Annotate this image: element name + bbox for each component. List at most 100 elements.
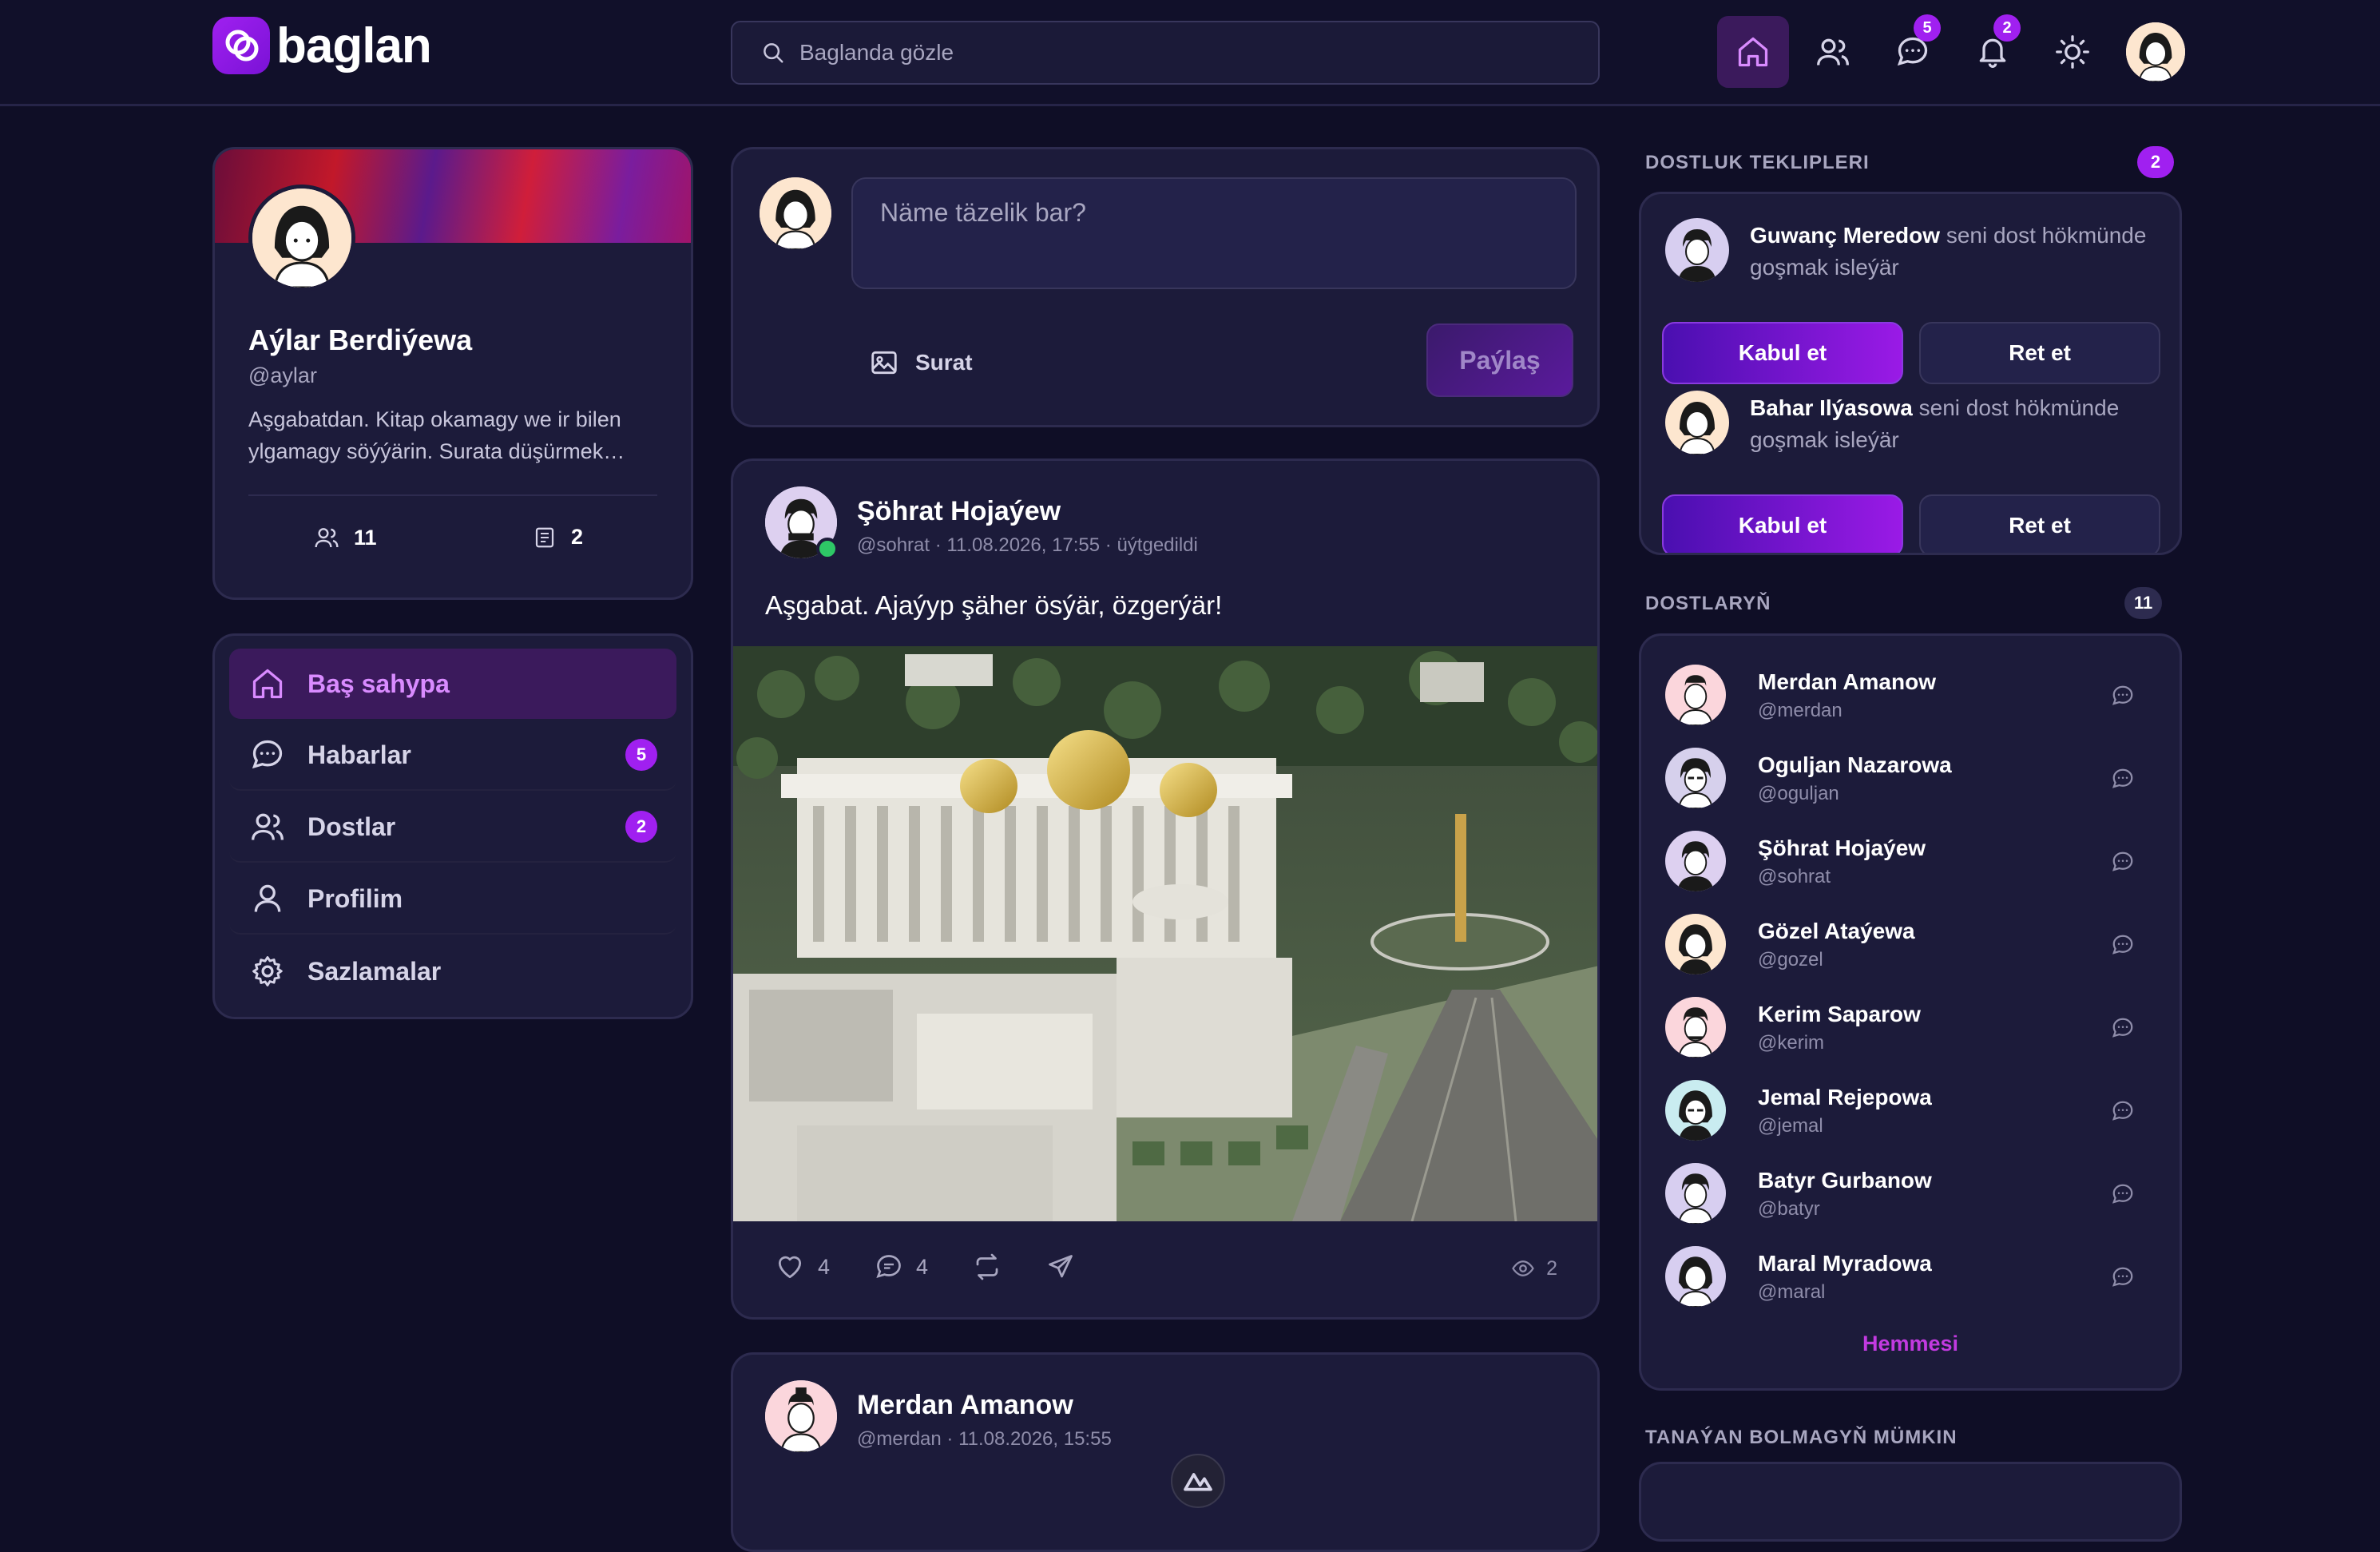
- sidebar-item-settings[interactable]: Sazlamalar: [229, 936, 676, 1006]
- users-icon: [315, 528, 339, 548]
- avatar: [1665, 665, 1726, 725]
- search-icon: [764, 43, 783, 63]
- share-button[interactable]: Paýlaş: [1426, 323, 1573, 397]
- avatar: [1665, 831, 1726, 891]
- suggestions-card: [1639, 1462, 2182, 1542]
- theme-toggle-button[interactable]: [2037, 16, 2108, 88]
- message-icon[interactable]: [2111, 850, 2135, 874]
- comment-button[interactable]: 4: [875, 1252, 928, 1281]
- message-icon[interactable]: [2111, 767, 2135, 791]
- repost-button[interactable]: [973, 1252, 1002, 1281]
- photo-label: Surat: [915, 350, 973, 375]
- friend-item[interactable]: Merdan Amanow @merdan: [1662, 652, 2159, 735]
- sidebar-item-profile[interactable]: Profilim: [229, 864, 676, 935]
- search-bar[interactable]: [731, 21, 1600, 85]
- friend-requests-card: Guwanç Meredow seni dost hökmünde goşmak…: [1639, 192, 2182, 555]
- message-icon[interactable]: [2111, 1099, 2135, 1123]
- sidebar-item-label: Dostlar: [307, 812, 396, 841]
- avatar: [252, 189, 351, 288]
- friend-handle: @merdan: [1758, 700, 1843, 721]
- eye-icon: [1512, 1260, 1534, 1276]
- friend-request: Guwanç Meredow seni dost hökmünde goşmak…: [1662, 218, 2160, 391]
- friend-handle: @batyr: [1758, 1198, 1820, 1220]
- post-text-input[interactable]: Näme täzelik bar?: [851, 177, 1577, 289]
- friends-nav-button[interactable]: [1797, 16, 1869, 88]
- avatar: [1665, 914, 1726, 974]
- post-image[interactable]: [733, 646, 1597, 1221]
- divider: [248, 494, 657, 496]
- friend-item[interactable]: Maral Myradowa @maral: [1662, 1233, 2159, 1316]
- friend-name: Oguljan Nazarowa: [1758, 752, 1952, 777]
- send-icon: [1049, 1255, 1073, 1278]
- logo-icon: [212, 17, 270, 74]
- home-icon: [1738, 37, 1768, 67]
- author-avatar[interactable]: [765, 1380, 837, 1452]
- friend-handle: @oguljan: [1758, 783, 1839, 804]
- add-photo-button[interactable]: Surat: [869, 347, 973, 378]
- message-icon[interactable]: [2111, 933, 2135, 957]
- request-text: Guwanç Meredow seni dost hökmünde goşmak…: [1750, 223, 2147, 280]
- user-avatar-button[interactable]: [2126, 22, 2185, 81]
- sidebar-item-label: Baş sahypa: [307, 669, 450, 698]
- message-icon[interactable]: [2111, 1182, 2135, 1206]
- friend-item[interactable]: Kerim Saparow @kerim: [1662, 984, 2159, 1067]
- friend-item[interactable]: Şöhrat Hojaýew @sohrat: [1662, 818, 2159, 901]
- avatar: [760, 177, 831, 249]
- feed-post: Şöhrat Hojaýew @sohrat · 11.08.2026, 17:…: [731, 458, 1600, 1320]
- post-composer: Näme täzelik bar? Surat Paýlaş: [731, 147, 1600, 427]
- post-author-name[interactable]: Merdan Amanow: [857, 1390, 1073, 1421]
- friend-name: Kerim Saparow: [1758, 1002, 1921, 1026]
- messages-badge: 5: [1914, 14, 1941, 42]
- profile-avatar[interactable]: [248, 185, 355, 292]
- author-avatar[interactable]: [765, 486, 839, 560]
- gear-icon: [252, 956, 283, 986]
- reject-button[interactable]: Ret et: [1919, 322, 2160, 384]
- friend-name: Şöhrat Hojaýew: [1758, 836, 1926, 860]
- like-button[interactable]: 4: [775, 1252, 830, 1282]
- show-all-friends-link[interactable]: Hemmesi: [1641, 1332, 2180, 1356]
- requests-count-badge: 2: [2137, 146, 2174, 178]
- accept-button[interactable]: Kabul et: [1662, 322, 1903, 384]
- friends-badge: 2: [625, 811, 657, 843]
- requests-title: DOSTLUK TEKLIPLERI: [1645, 152, 1870, 173]
- notifications-nav-button[interactable]: 2: [1957, 14, 2029, 88]
- top-bar: baglan 5 2: [0, 0, 2380, 106]
- avatar: [1665, 1080, 1726, 1141]
- home-nav-button[interactable]: [1717, 16, 1789, 88]
- friends-stat[interactable]: 11: [314, 525, 377, 550]
- accept-button[interactable]: Kabul et: [1662, 494, 1903, 553]
- message-icon[interactable]: [2111, 1265, 2135, 1289]
- friend-item[interactable]: Batyr Gurbanow @batyr: [1662, 1150, 2159, 1233]
- request-name[interactable]: Guwanç Meredow: [1750, 223, 1940, 248]
- posts-stat[interactable]: 2: [533, 525, 583, 550]
- request-name[interactable]: Bahar Ilýasowa: [1750, 395, 1913, 420]
- avatar: [1665, 1163, 1726, 1224]
- friend-item[interactable]: Oguljan Nazarowa @oguljan: [1662, 735, 2159, 818]
- friend-handle: @sohrat: [1758, 866, 1831, 887]
- sidebar-item-friends[interactable]: Dostlar 2: [229, 792, 676, 863]
- logo-text: baglan: [276, 18, 432, 73]
- sidebar-item-messages[interactable]: Habarlar 5: [229, 720, 676, 791]
- messages-nav-button[interactable]: 5: [1877, 14, 1949, 88]
- document-icon: [535, 527, 554, 547]
- message-icon[interactable]: [2111, 684, 2135, 708]
- logo[interactable]: baglan: [212, 17, 432, 74]
- like-count: 4: [818, 1254, 831, 1279]
- avatar[interactable]: [1665, 218, 1729, 282]
- friend-item[interactable]: Gözel Ataýewa @gozel: [1662, 901, 2159, 984]
- chat-icon: [252, 740, 283, 769]
- comment-count: 4: [916, 1254, 929, 1279]
- sidebar-item-home[interactable]: Baş sahypa: [229, 649, 676, 719]
- post-author-name[interactable]: Şöhrat Hojaýew: [857, 496, 1061, 527]
- top-nav: 5 2: [1717, 14, 2185, 88]
- reject-button[interactable]: Ret et: [1919, 494, 2160, 553]
- search-input[interactable]: [799, 40, 1518, 65]
- avatar: [1665, 748, 1726, 808]
- message-icon[interactable]: [2111, 1016, 2135, 1040]
- friend-item[interactable]: Jemal Rejepowa @jemal: [1662, 1067, 2159, 1150]
- friends-count: 11: [354, 525, 377, 550]
- friends-card: Merdan Amanow @merdan Oguljan Nazarowa @…: [1639, 633, 2182, 1391]
- avatar[interactable]: [1665, 391, 1729, 454]
- messages-badge: 5: [625, 739, 657, 771]
- send-button[interactable]: [1046, 1252, 1075, 1281]
